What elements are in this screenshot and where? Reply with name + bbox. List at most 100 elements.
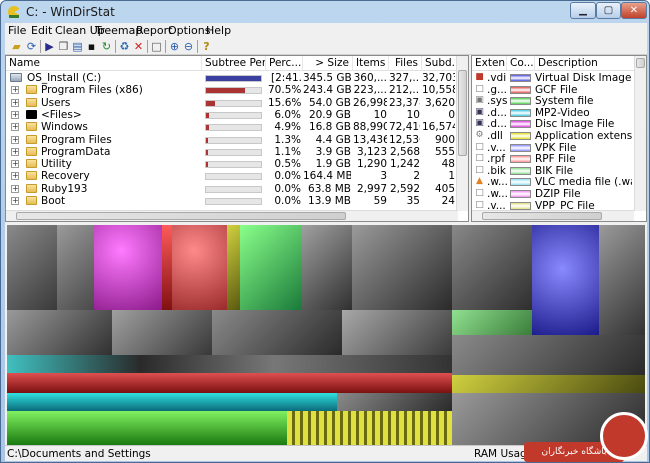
column-header-subtree[interactable]: Subtree Perc...	[202, 56, 266, 71]
menu-options[interactable]: Options	[168, 24, 210, 37]
treemap-block[interactable]	[599, 225, 645, 335]
recycle-icon[interactable]: ♻	[118, 40, 131, 53]
command-prompt-icon[interactable]: ▪	[85, 40, 98, 53]
treemap-block[interactable]	[452, 375, 645, 393]
play-icon[interactable]: ▶	[43, 40, 56, 53]
treemap-block[interactable]	[7, 411, 287, 445]
treemap-block[interactable]	[287, 411, 452, 445]
treemap-block[interactable]	[7, 310, 112, 355]
extension-row[interactable]: ■ .vdi Virtual Disk Image	[472, 72, 634, 84]
treemap-block[interactable]	[227, 225, 240, 310]
extension-list[interactable]: Exten... Co... Description ■.vdi Virtual …	[471, 55, 647, 222]
help-icon[interactable]: ?	[200, 40, 213, 53]
treemap-block[interactable]	[342, 310, 452, 355]
scrollbar-thumb[interactable]	[636, 58, 645, 68]
column-header-name[interactable]: Name	[6, 56, 202, 71]
column-header-subdirs[interactable]: Subd...	[422, 56, 458, 71]
directory-vertical-scrollbar[interactable]	[456, 56, 468, 211]
extension-row[interactable]: ▲ .w... VLC media file (.wav)	[472, 176, 634, 188]
treemap-block[interactable]	[337, 393, 452, 411]
expand-icon[interactable]: +	[11, 123, 19, 132]
table-row[interactable]: OS_Install (C:)[2:41...345.5 GB360,...32…	[6, 72, 458, 84]
open-folder-icon[interactable]: ▰	[10, 40, 23, 53]
table-row[interactable]: + Program Files (x86) 70.5% 243.4 GB 223,...…	[6, 84, 458, 96]
expand-icon[interactable]: +	[11, 86, 19, 95]
expand-icon[interactable]: +	[11, 110, 19, 119]
zoom-in-icon[interactable]: ⊕	[168, 40, 181, 53]
row-size: 243.4 GB	[303, 84, 351, 97]
extension-row[interactable]: ▣ .d... MP2-Video	[472, 107, 634, 119]
treemap-block[interactable]	[112, 310, 212, 355]
column-header-files[interactable]: Files	[389, 56, 422, 71]
extension-vertical-scrollbar[interactable]	[634, 56, 646, 211]
extension-row[interactable]: ▣ .sys System file	[472, 95, 634, 107]
extension-name: .w...	[487, 188, 508, 200]
table-row[interactable]: + Windows 4.9% 16.8 GB88,99072,41616,574	[6, 121, 458, 133]
expand-icon[interactable]: +	[11, 197, 19, 205]
table-row[interactable]: + Recovery 0.0% 164.4 MB 3 2 1	[6, 170, 458, 182]
treemap-block[interactable]	[532, 225, 599, 335]
treemap-block[interactable]	[94, 225, 162, 310]
table-row[interactable]: + Program Files 1.3% 4.4 GB13,43612,536 900	[6, 134, 458, 146]
table-row[interactable]: + Boot 0.0% 13.9 MB 59 35 24	[6, 195, 458, 207]
scrollbar-thumb[interactable]	[458, 70, 467, 156]
expand-icon[interactable]: +	[11, 184, 19, 193]
refresh-icon[interactable]: ⟳	[25, 40, 38, 53]
table-row[interactable]: + <Files> 6.0% 20.9 GB 10 10 0	[6, 109, 458, 121]
treemap-block[interactable]	[352, 225, 452, 310]
menu-report[interactable]: Report	[136, 24, 172, 37]
menu-edit[interactable]: Edit	[31, 24, 52, 37]
minimize-button[interactable]: ▁	[570, 2, 596, 19]
expand-icon[interactable]: +	[11, 172, 19, 181]
row-items: 88,990	[353, 121, 387, 134]
treemap-block[interactable]	[452, 225, 532, 310]
table-row[interactable]: + Utility 0.5% 1.9 GB 1,290 1,242 48	[6, 158, 458, 170]
delete-icon[interactable]: ✕	[132, 40, 145, 53]
treemap-block[interactable]	[212, 310, 342, 355]
directory-horizontal-scrollbar[interactable]	[6, 210, 458, 221]
treemap-block[interactable]	[240, 225, 302, 310]
treemap-block[interactable]	[452, 335, 645, 375]
refresh-selected-icon[interactable]: ↻	[100, 40, 113, 53]
copy-icon[interactable]: ❐	[57, 40, 70, 53]
expand-icon[interactable]: +	[11, 147, 19, 156]
extension-row[interactable]: □ .g... GCF File	[472, 84, 634, 96]
treemap-block[interactable]	[172, 225, 227, 310]
treemap-block[interactable]	[162, 225, 172, 310]
treemap-block[interactable]	[7, 393, 337, 411]
zoom-out-icon[interactable]: ⊖	[182, 40, 195, 53]
extension-horizontal-scrollbar[interactable]	[472, 210, 634, 221]
treemap-block[interactable]	[7, 373, 452, 393]
extension-row[interactable]: □ .rpf RPF File	[472, 153, 634, 165]
treemap-block[interactable]	[57, 225, 94, 310]
menu-help[interactable]: Help	[206, 24, 231, 37]
column-header-percent[interactable]: Perc...	[266, 56, 303, 71]
scrollbar-thumb[interactable]	[482, 212, 602, 220]
maximize-button[interactable]: ▢	[596, 2, 621, 19]
scrollbar-thumb[interactable]	[16, 212, 346, 220]
table-row[interactable]: + Ruby193 0.0% 63.8 MB 2,997 2,592 405	[6, 183, 458, 195]
column-header-color[interactable]: Co...	[507, 56, 535, 71]
close-button[interactable]: ✕	[621, 2, 647, 19]
extension-row[interactable]: ▣ .d... Disc Image File	[472, 118, 634, 130]
treemap-block[interactable]	[302, 225, 352, 310]
extension-row[interactable]: ⚙.dll Application extension	[472, 130, 634, 142]
extension-row[interactable]: □ .w... DZIP File	[472, 188, 634, 200]
directory-list[interactable]: Name Subtree Perc... Perc... > Size Item…	[5, 55, 469, 222]
table-row[interactable]: + Users 15.6% 54.0 GB26,99823,378 3,620	[6, 97, 458, 109]
menu-file[interactable]: File	[8, 24, 26, 37]
column-header-items[interactable]: Items	[353, 56, 389, 71]
column-header-description[interactable]: Description	[535, 56, 635, 71]
column-header-extension[interactable]: Exten...	[472, 56, 507, 71]
treemap-block[interactable]	[7, 355, 452, 373]
expand-icon[interactable]: +	[11, 160, 19, 169]
expand-icon[interactable]: +	[11, 135, 19, 144]
expand-icon[interactable]: +	[11, 98, 19, 107]
treemap-block[interactable]	[7, 225, 57, 310]
new-folder-icon[interactable]: □	[150, 40, 163, 53]
column-header-size[interactable]: > Size	[303, 56, 353, 71]
extension-row[interactable]: □ .v... VPK File	[472, 142, 634, 154]
table-row[interactable]: + ProgramData 1.1% 3.9 GB 3,123 2,568 555	[6, 146, 458, 158]
extension-row[interactable]: □ .bik BIK File	[472, 165, 634, 177]
explorer-icon[interactable]: ▤	[71, 40, 84, 53]
